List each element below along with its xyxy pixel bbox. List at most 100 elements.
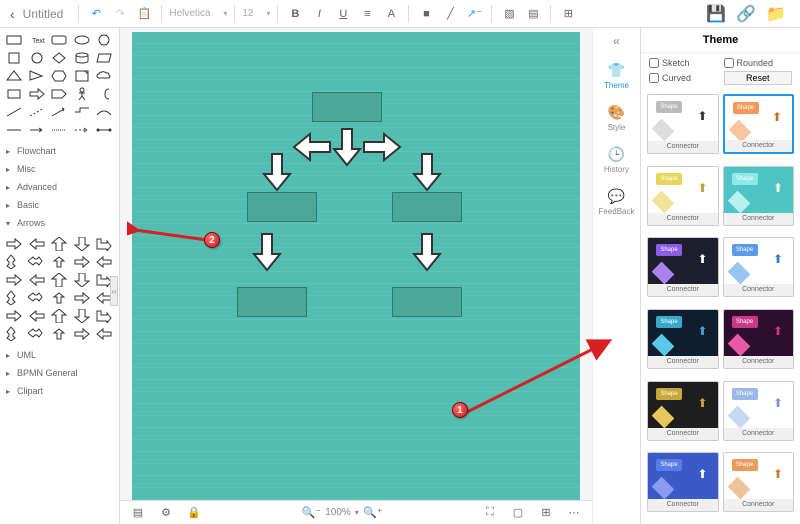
arrow-shape[interactable] (49, 290, 69, 306)
theme-card-4[interactable]: Shape⬆Connector (647, 237, 719, 297)
arrow-shape[interactable] (94, 236, 114, 252)
arrow-left-icon[interactable] (292, 132, 332, 162)
canvas[interactable]: 2 1 (132, 32, 580, 500)
shape-rtriangle[interactable] (27, 68, 47, 84)
collapse-right-button[interactable]: « (613, 34, 620, 48)
arrow-shape[interactable] (49, 308, 69, 324)
arrow-shape[interactable] (4, 326, 24, 342)
arrow-shape[interactable] (72, 290, 92, 306)
theme-card-11[interactable]: Shape⬆Connector (723, 452, 795, 512)
theme-card-3[interactable]: Shape⬆Connector (723, 166, 795, 226)
theme-card-10[interactable]: Shape⬆Connector (647, 452, 719, 512)
shape-line5[interactable] (94, 104, 114, 120)
back-button[interactable]: ‹ (6, 6, 19, 22)
connector-button[interactable]: ↗⁻ (464, 4, 484, 24)
diagram-node[interactable] (392, 287, 462, 317)
tofront-button[interactable]: ▧ (499, 4, 519, 24)
arrow-shape[interactable] (72, 272, 92, 288)
zoom-in-button[interactable]: 🔍⁺ (363, 503, 383, 523)
theme-card-2[interactable]: Shape⬆Connector (647, 166, 719, 226)
italic-button[interactable]: I (309, 4, 329, 24)
underline-button[interactable]: U (333, 4, 353, 24)
shape-conn4[interactable] (72, 122, 92, 138)
shape-conn5[interactable] (94, 122, 114, 138)
arrow-shape[interactable] (27, 326, 47, 342)
shape-conn3[interactable] (49, 122, 69, 138)
theme-card-0[interactable]: Shape⬆Connector (647, 94, 719, 154)
shape-circle2[interactable] (27, 50, 47, 66)
rounded-checkbox[interactable]: Rounded (724, 58, 793, 68)
font-select[interactable]: Helvetica (169, 8, 219, 19)
font-color-button[interactable]: A (381, 4, 401, 24)
shape-tag[interactable] (49, 86, 69, 102)
category-arrows[interactable]: ▾Arrows (0, 214, 119, 232)
document-title[interactable]: Untitled (23, 7, 64, 21)
align-button[interactable]: ≡ (357, 4, 377, 24)
reset-button[interactable]: Reset (724, 71, 793, 85)
category-advanced[interactable]: ▸Advanced (0, 178, 119, 196)
diagram-node[interactable] (392, 192, 462, 222)
layers-button[interactable]: ▤ (128, 503, 148, 523)
category-misc[interactable]: ▸Misc (0, 160, 119, 178)
arrow-shape[interactable] (49, 272, 69, 288)
category-uml[interactable]: ▸UML (0, 346, 119, 364)
shape-ellipse[interactable] (72, 32, 92, 48)
undo-button[interactable]: ↶ (86, 4, 106, 24)
diagram-node[interactable] (312, 92, 382, 122)
collapse-left-button[interactable]: ‹‹ (110, 276, 118, 306)
sketch-checkbox[interactable]: Sketch (649, 58, 718, 68)
diagram-node[interactable] (237, 287, 307, 317)
shape-conn2[interactable] (27, 122, 47, 138)
rail-style-button[interactable]: 🎨 Style (597, 100, 637, 136)
shape-text[interactable]: Text (27, 32, 47, 48)
arrow-shape[interactable] (27, 254, 47, 270)
arrow-right-icon[interactable] (362, 132, 402, 162)
gridtoggle-button[interactable]: ⊞ (536, 503, 556, 523)
shape-doc[interactable] (72, 68, 92, 84)
category-basic[interactable]: ▸Basic (0, 196, 119, 214)
shape-square[interactable] (4, 50, 24, 66)
arrow-shape[interactable] (49, 236, 69, 252)
shape-bracket[interactable] (94, 86, 114, 102)
shape-line2[interactable] (27, 104, 47, 120)
shape-parallelogram[interactable] (94, 50, 114, 66)
arrow-down-icon[interactable] (412, 232, 442, 272)
font-size-select[interactable]: 12 (242, 8, 262, 19)
theme-card-6[interactable]: Shape⬆Connector (647, 309, 719, 369)
shape-cylinder[interactable] (72, 50, 92, 66)
more-button[interactable]: ⋯ (564, 503, 584, 523)
arrow-shape[interactable] (27, 272, 47, 288)
arrow-shape[interactable] (4, 290, 24, 306)
theme-card-9[interactable]: Shape⬆Connector (723, 381, 795, 441)
shape-triangle[interactable] (4, 68, 24, 84)
settings-button[interactable]: ⚙ (156, 503, 176, 523)
arrow-shape[interactable] (94, 254, 114, 270)
share-icon[interactable]: 🔗 (736, 4, 756, 24)
rail-theme-button[interactable]: 👕 Theme (597, 58, 637, 94)
shape-roundrect[interactable] (49, 32, 69, 48)
arrow-down-icon[interactable] (412, 152, 442, 192)
theme-card-8[interactable]: Shape⬆Connector (647, 381, 719, 441)
paste-button[interactable]: 📋 (134, 4, 154, 24)
arrow-shape[interactable] (72, 308, 92, 324)
arrow-shape[interactable] (49, 326, 69, 342)
arrow-shape[interactable] (4, 254, 24, 270)
shape-circle[interactable] (94, 32, 114, 48)
fill-button[interactable]: ■ (416, 4, 436, 24)
shape-line1[interactable] (4, 104, 24, 120)
shape-line3[interactable] (49, 104, 69, 120)
curved-checkbox[interactable]: Curved (649, 71, 718, 85)
shape-diamond[interactable] (49, 50, 69, 66)
redo-button[interactable]: ↷ (110, 4, 130, 24)
shape-line4[interactable] (72, 104, 92, 120)
arrow-shape[interactable] (72, 254, 92, 270)
shape-hexagon[interactable] (49, 68, 69, 84)
shape-arrow[interactable] (27, 86, 47, 102)
zoom-level[interactable]: 100% (325, 507, 351, 518)
diagram-node[interactable] (247, 192, 317, 222)
bold-button[interactable]: B (285, 4, 305, 24)
arrow-shape[interactable] (94, 326, 114, 342)
folder-icon[interactable]: 📁 (766, 4, 786, 24)
arrow-shape[interactable] (4, 272, 24, 288)
shape-box[interactable] (4, 86, 24, 102)
